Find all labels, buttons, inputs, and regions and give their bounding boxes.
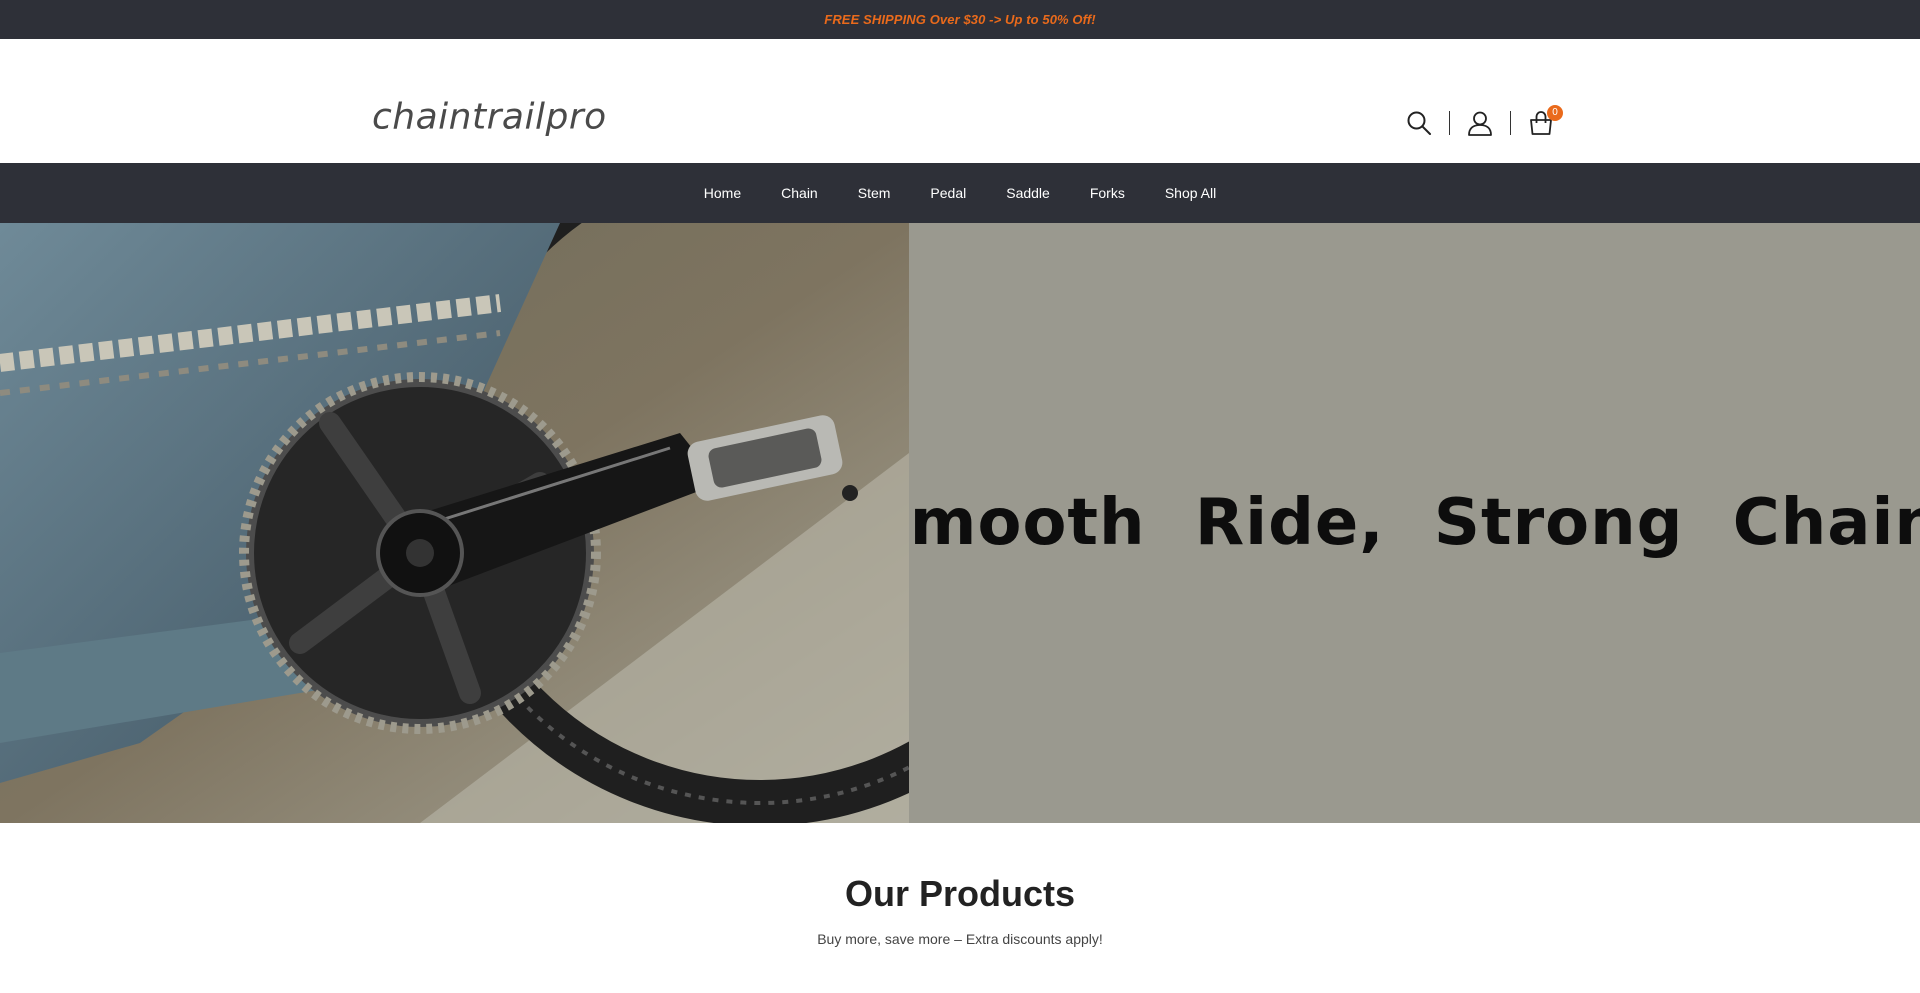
site-logo[interactable]: chaintrailpro [372, 97, 607, 138]
cart-count-badge: 0 [1547, 105, 1563, 121]
icon-divider [1510, 111, 1511, 135]
header-icons: 0 [1403, 105, 1563, 139]
products-section: Our Products Buy more, save more – Extra… [0, 823, 1920, 947]
user-icon [1468, 111, 1492, 136]
site-header: chaintrailpro 0 [0, 39, 1920, 163]
logo-text: chaintrailpro [372, 96, 607, 138]
search-icon [1407, 111, 1431, 135]
account-button[interactable] [1464, 107, 1496, 139]
hero-banner: Smooth Ride, Strong Chain. [0, 223, 1920, 823]
nav-item-chain[interactable]: Chain [761, 185, 838, 201]
nav-item-home[interactable]: Home [684, 185, 761, 201]
search-button[interactable] [1403, 107, 1435, 139]
announcement-bar: FREE SHIPPING Over $30 -> Up to 50% Off! [0, 0, 1920, 39]
nav-item-forks[interactable]: Forks [1070, 185, 1145, 201]
hero-headline: Smooth Ride, Strong Chain. [862, 486, 1920, 560]
icon-divider [1449, 111, 1450, 135]
section-title: Our Products [844, 873, 1076, 914]
section-subtitle: Buy more, save more – Extra discounts ap… [817, 931, 1103, 947]
announcement-text: FREE SHIPPING Over $30 -> Up to 50% Off! [824, 12, 1096, 27]
nav-item-stem[interactable]: Stem [838, 185, 911, 201]
nav-item-saddle[interactable]: Saddle [986, 185, 1070, 201]
nav-item-pedal[interactable]: Pedal [910, 185, 986, 201]
nav-item-shop-all[interactable]: Shop All [1145, 185, 1236, 201]
main-nav: Home Chain Stem Pedal Saddle Forks Shop … [0, 163, 1920, 223]
bike-crankset-illustration [0, 223, 909, 823]
hero-text-panel: Smooth Ride, Strong Chain. [863, 223, 1920, 823]
hero-image [0, 223, 909, 823]
cart-button[interactable]: 0 [1525, 105, 1563, 139]
